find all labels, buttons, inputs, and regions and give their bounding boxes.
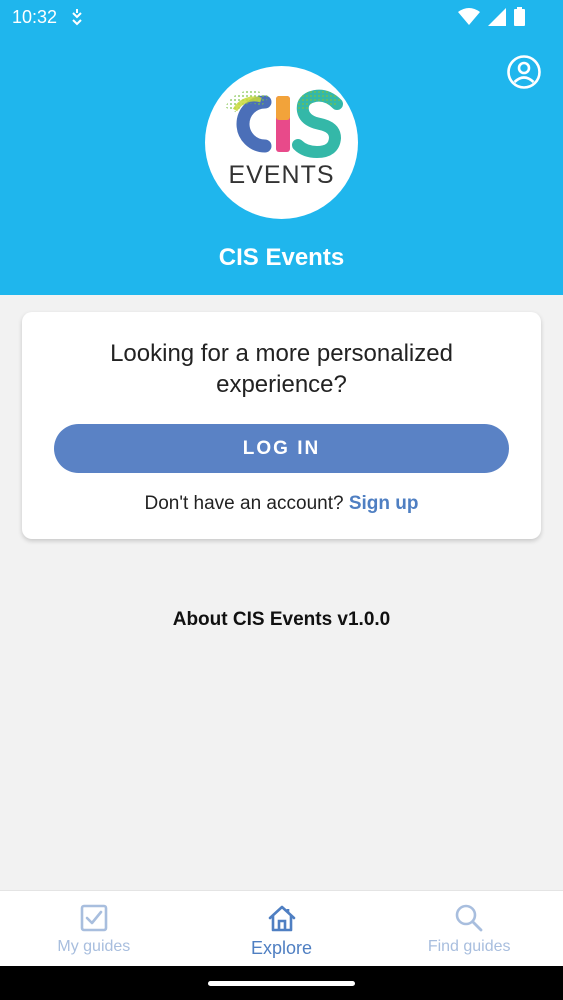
app-title: CIS Events (218, 244, 345, 271)
logo-bottom-text: EVENTS (228, 161, 335, 189)
cis-events-logo: EVENTS (205, 66, 358, 219)
status-time: 10:32 (12, 7, 58, 27)
nav-label-find-guides: Find guides (427, 938, 511, 955)
nav-label-my-guides: My guides (57, 938, 131, 955)
home-indicator[interactable] (208, 981, 355, 986)
app-header: EVENTS CIS Events (0, 34, 563, 295)
login-button[interactable]: LOG IN (54, 424, 509, 473)
nav-label-explore: Explore (250, 938, 313, 958)
system-navigation-bar (0, 966, 563, 1000)
wifi-icon (458, 7, 480, 25)
notification-icon (72, 9, 82, 26)
battery-icon (514, 7, 525, 26)
about-link[interactable]: About CIS Events v1.0.0 (0, 609, 563, 631)
signup-link[interactable]: Sign up (349, 493, 419, 514)
login-card: Looking for a more personalized experien… (22, 312, 541, 539)
status-bar: 10:32 (0, 0, 563, 34)
signup-line: Don't have an account? Sign up (22, 493, 541, 515)
card-heading-line2: experience? (216, 371, 347, 398)
status-icons (458, 7, 525, 26)
signal-icon (488, 7, 506, 26)
search-icon (455, 904, 483, 932)
card-heading-line1: Looking for a more personalized (110, 340, 453, 367)
signup-prompt: Don't have an account? (144, 493, 344, 514)
card-heading: Looking for a more personalized experien… (42, 338, 521, 400)
nav-explore[interactable]: Explore (188, 891, 376, 966)
home-icon (268, 905, 295, 932)
nav-find-guides[interactable]: Find guides (375, 891, 563, 966)
bottom-navigation: My guides Explore Find guides (0, 890, 563, 966)
account-circle-icon[interactable] (506, 54, 542, 90)
checkbox-icon (80, 904, 108, 932)
nav-my-guides[interactable]: My guides (0, 891, 188, 966)
